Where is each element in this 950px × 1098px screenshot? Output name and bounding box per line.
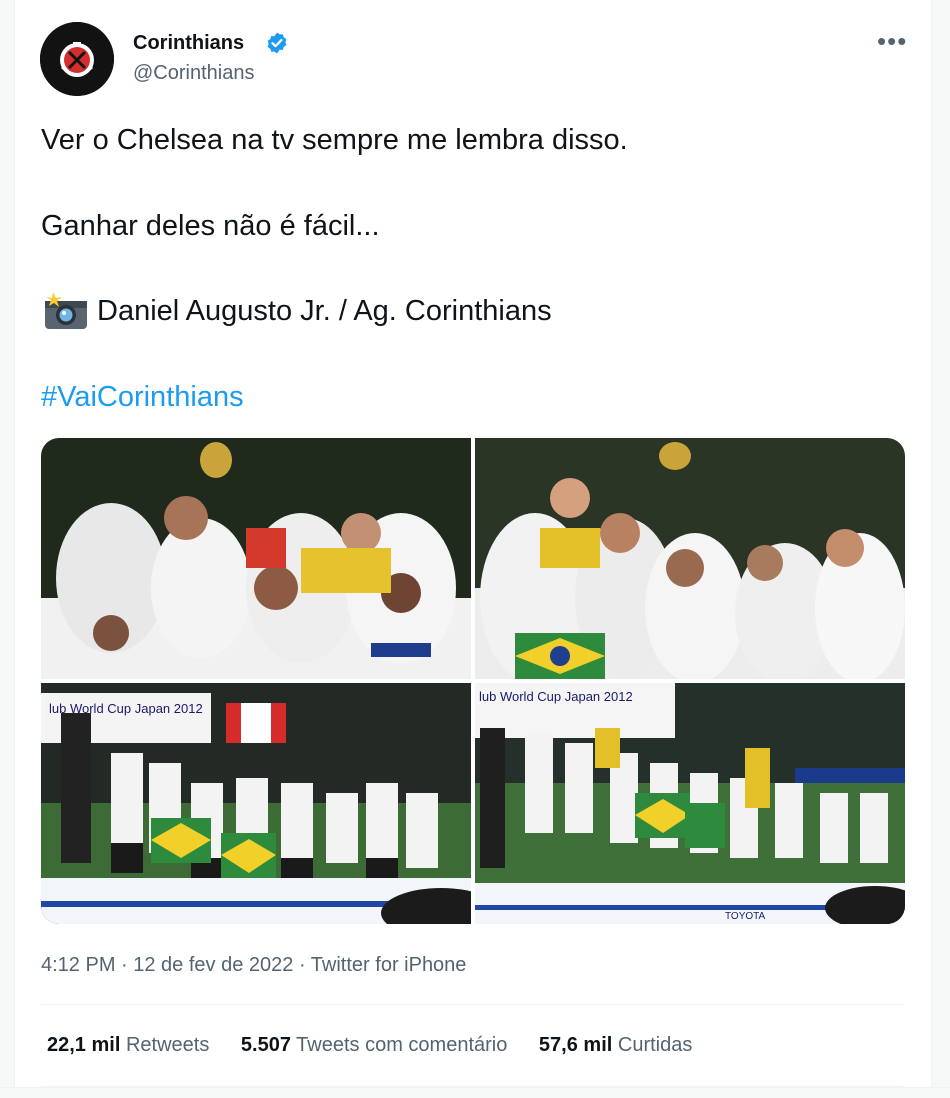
account-name[interactable]: Corinthians: [133, 32, 244, 55]
retweets-stat[interactable]: 22,1 mil Retweets: [47, 1034, 209, 1057]
media-photo-4[interactable]: lub World Cup Japan 2012 TOYOTA: [475, 683, 905, 924]
tweet-text-line-2: Ganhar deles não é fácil...: [41, 210, 380, 242]
sponsor-text: TOYOTA: [725, 911, 766, 922]
verified-badge-icon: [267, 32, 287, 54]
retweets-count: 22,1 mil: [47, 1034, 121, 1056]
camera-flash-icon: [45, 292, 87, 329]
media-photo-3[interactable]: lub World Cup Japan 2012: [41, 683, 471, 924]
photo-credit-text: Daniel Augusto Jr. / Ag. Corinthians: [97, 295, 552, 327]
likes-count: 57,6 mil: [538, 1034, 613, 1056]
quote-tweets-count: 5.507: [240, 1034, 291, 1056]
corinthians-crest-icon: [40, 22, 114, 96]
quote-tweets-stat[interactable]: 5.507 Tweets com comentário: [241, 1034, 507, 1057]
retweets-label: Retweets: [125, 1034, 210, 1056]
avatar[interactable]: [40, 22, 114, 96]
media-photo-1[interactable]: [41, 438, 471, 679]
tweet-timestamp[interactable]: 4:12 PM · 12 de fev de 2022 · Twitter fo…: [41, 954, 466, 977]
likes-stat[interactable]: 57,6 mil Curtidas: [539, 1034, 692, 1057]
media-photo-2[interactable]: [475, 438, 905, 679]
banner-text: lub World Cup Japan 2012: [479, 689, 633, 704]
quote-tweets-label: Tweets com comentário: [296, 1034, 508, 1056]
tweet-stats: 22,1 mil Retweets 5.507 Tweets com comen…: [47, 1034, 718, 1057]
account-handle[interactable]: @Corinthians: [133, 62, 254, 85]
likes-label: Curtidas: [617, 1034, 693, 1056]
media-grid: lub World Cup Japan 2012 lub World Cup J…: [41, 438, 905, 924]
window-frame-bottom: [0, 1087, 950, 1098]
more-options-icon[interactable]: •••: [877, 26, 907, 57]
window-frame-right: [931, 0, 950, 1098]
tweet-text-line-1: Ver o Chelsea na tv sempre me lembra dis…: [41, 124, 628, 156]
hashtag-link[interactable]: #VaiCorinthians: [41, 381, 244, 414]
window-frame-left: [0, 0, 15, 1098]
divider: [41, 1004, 905, 1005]
